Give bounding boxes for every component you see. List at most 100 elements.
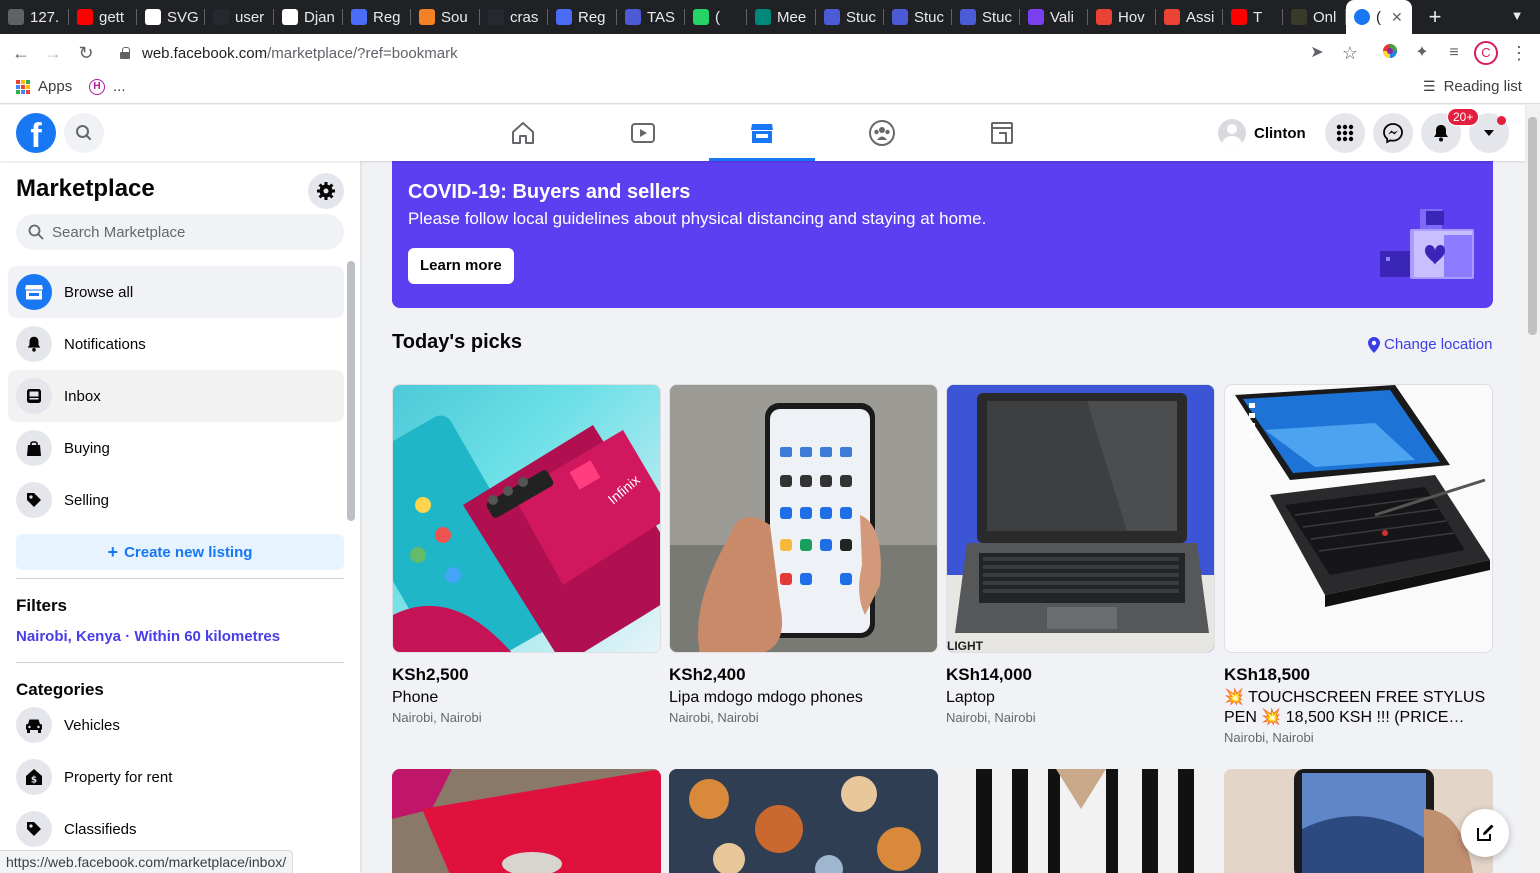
browser-tab-label: Assi — [1186, 8, 1215, 26]
learn-more-button[interactable]: Learn more — [408, 248, 514, 284]
sidebar-scrollbar[interactable] — [347, 261, 355, 521]
sidebar-item-buying[interactable]: Buying — [8, 422, 344, 474]
tab-favicon-icon — [282, 9, 298, 25]
location-filter-link[interactable]: Nairobi, Kenya · Within 60 kilometres — [16, 628, 280, 645]
bookmark-star-icon[interactable]: ☆ — [1339, 42, 1361, 64]
categories-heading: Categories — [16, 680, 104, 699]
reload-icon[interactable]: ↻ — [75, 42, 97, 64]
sidebar-item-inbox[interactable]: Inbox — [8, 370, 344, 422]
gear-icon — [317, 182, 335, 200]
category-classifieds[interactable]: Classifieds — [8, 803, 344, 855]
browser-tab[interactable]: T — [1223, 4, 1283, 30]
new-tab-button[interactable]: + — [1424, 4, 1446, 30]
back-icon[interactable]: ← — [10, 42, 32, 64]
sidebar-item-label: Browse all — [64, 283, 134, 301]
chrome-profile-avatar[interactable]: C — [1474, 41, 1498, 65]
reading-list-button[interactable]: ☰ Reading list — [1423, 78, 1522, 95]
address-bar[interactable]: web.facebook.com/marketplace/?ref=bookma… — [108, 37, 1378, 69]
browser-tab[interactable]: Assi — [1156, 4, 1223, 30]
browser-tab[interactable]: gett — [69, 4, 137, 30]
tab-favicon-icon — [488, 9, 504, 25]
nav-watch-tab[interactable] — [590, 105, 696, 161]
home-icon — [512, 122, 534, 144]
browser-tab[interactable]: Hov — [1088, 4, 1156, 30]
notification-count-badge: 20+ — [1447, 108, 1480, 126]
apps-bookmark[interactable]: Apps — [16, 78, 72, 95]
browser-tab[interactable]: Mee — [747, 4, 816, 30]
browser-tab[interactable]: SVG — [137, 4, 205, 30]
extensions-puzzle-icon[interactable]: ✦ — [1411, 42, 1433, 64]
listing-card[interactable]: LIGHT KSh14,000 Laptop Nairobi, Nairobi — [946, 384, 1215, 725]
page-scrollbar[interactable] — [1525, 105, 1540, 873]
category-label: Property for rent — [64, 768, 173, 786]
sidebar-item-label: Selling — [64, 491, 110, 509]
sidebar-item-browse-all[interactable]: Browse all — [8, 266, 344, 318]
sidebar-item-selling[interactable]: Selling — [8, 474, 344, 526]
marketplace-search-input[interactable]: Search Marketplace — [16, 214, 344, 250]
browser-tab-label: Stuc — [982, 8, 1013, 26]
listing-card-image-phone-screen[interactable] — [1224, 769, 1493, 873]
nav-gaming-tab[interactable] — [949, 105, 1055, 161]
sidebar-item-notifications[interactable]: Notifications — [8, 318, 344, 370]
sidebar-divider — [16, 578, 344, 579]
create-listing-button[interactable]: + Create new listing — [16, 534, 344, 570]
sidebar-item-label: Notifications — [64, 335, 146, 353]
settings-button[interactable] — [308, 173, 344, 209]
listing-card-image-red-laptop[interactable] — [392, 769, 661, 873]
profile-button[interactable]: Clinton — [1214, 115, 1314, 151]
tag-icon — [16, 482, 52, 518]
browser-tab-label: 127. — [30, 8, 60, 26]
category-property-for-rent[interactable]: $ Property for rent — [8, 751, 344, 803]
forward-icon[interactable]: → — [42, 42, 64, 64]
gaming-icon — [991, 122, 1013, 144]
h-bookmark[interactable]: H ... — [89, 78, 126, 95]
tab-search-icon[interactable]: ▼ — [1508, 8, 1526, 26]
browser-tab[interactable]: Reg — [343, 4, 411, 30]
section-title: Today's picks — [392, 331, 522, 353]
chrome-menu-icon[interactable]: ⋮ — [1508, 42, 1530, 64]
browser-tab-label: Sou — [441, 8, 468, 26]
menu-button[interactable] — [1325, 113, 1365, 153]
shopping-bag-heart-illustration — [1380, 209, 1474, 279]
category-vehicles[interactable]: Vehicles — [8, 699, 344, 751]
tab-favicon-icon — [693, 9, 709, 25]
nav-groups-tab[interactable] — [829, 105, 935, 161]
browser-tab[interactable]: Reg — [548, 4, 617, 30]
browser-tab[interactable]: TAS — [617, 4, 685, 30]
browser-tab[interactable]: Stuc — [952, 4, 1020, 30]
new-message-button[interactable] — [1461, 809, 1509, 857]
change-location-link[interactable]: Change location — [1368, 336, 1492, 353]
color-extension-icon[interactable] — [1379, 42, 1401, 64]
listing-card-image-striped-shirt[interactable] — [946, 769, 1215, 873]
browser-tab[interactable]: Stuc — [884, 4, 952, 30]
close-tab-icon[interactable]: ✕ — [1391, 9, 1403, 26]
browser-tab[interactable]: cras — [480, 4, 548, 30]
messenger-button[interactable] — [1373, 113, 1413, 153]
facebook-search-button[interactable] — [64, 113, 104, 153]
browser-tab[interactable]: Sou — [411, 4, 480, 30]
page-scrollbar-thumb[interactable] — [1528, 117, 1537, 335]
browser-tab[interactable]: Stuc — [816, 4, 884, 30]
bell-icon — [1434, 125, 1448, 142]
listing-card-image-floral-shirt[interactable] — [669, 769, 938, 873]
sidebar-divider — [16, 662, 344, 663]
browser-tab[interactable]: user — [205, 4, 274, 30]
browser-tab[interactable]: Vali — [1020, 4, 1088, 30]
svg-text:LIGHT: LIGHT — [947, 639, 984, 653]
listing-location: Nairobi, Nairobi — [669, 710, 759, 725]
active-tab[interactable]: ( ✕ — [1346, 0, 1412, 34]
svg-text:$: $ — [31, 776, 37, 786]
listing-card[interactable]: KSh2,400 Lipa mdogo mdogo phones Nairobi… — [669, 384, 938, 725]
browser-tab[interactable]: 127. — [0, 4, 69, 30]
nav-home-tab[interactable] — [470, 105, 576, 161]
browser-tab[interactable]: Onl — [1283, 4, 1346, 30]
listing-card[interactable]: KSh18,500 💥 TOUCHSCREEN FREE STYLUS PEN … — [1224, 384, 1493, 745]
browser-tab[interactable]: Djan — [274, 4, 343, 30]
facebook-logo-icon[interactable]: f — [16, 113, 56, 153]
send-icon[interactable]: ➤ — [1306, 42, 1328, 64]
browser-tab[interactable]: ( — [685, 4, 747, 30]
media-queue-icon[interactable]: ≡ — [1443, 42, 1465, 64]
listing-card[interactable]: Infinix KSh2,500 Phone Nairobi, Nairobi — [392, 384, 661, 725]
listing-price: KSh18,500 — [1224, 665, 1310, 684]
nav-marketplace-tab[interactable] — [709, 105, 815, 161]
